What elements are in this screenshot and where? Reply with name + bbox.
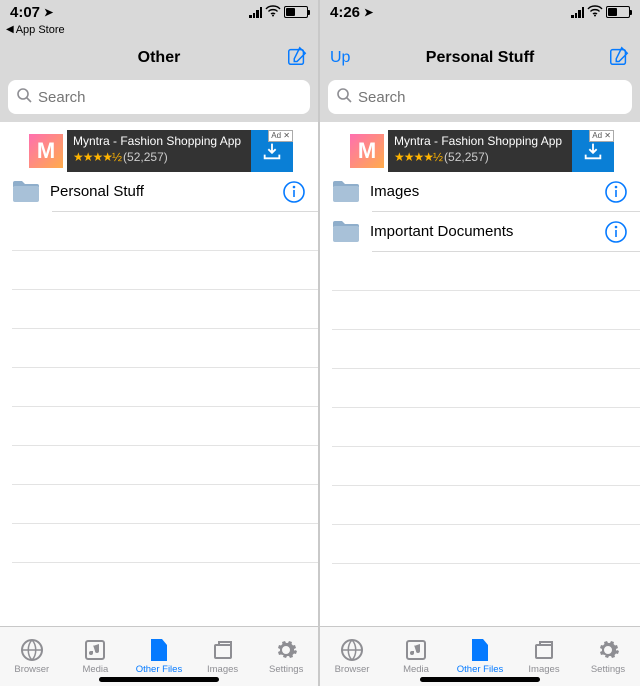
clock: 4:07 — [10, 4, 40, 21]
tab-settings[interactable]: Settings — [576, 627, 640, 686]
list-item[interactable]: Important Documents — [320, 212, 640, 251]
compose-icon[interactable] — [286, 45, 308, 67]
nav-bar: Other — [0, 40, 318, 76]
wifi-icon — [587, 5, 603, 20]
file-icon — [467, 638, 493, 662]
folder-list: Images Important Documents — [320, 172, 640, 626]
back-app-label: App Store — [16, 24, 65, 36]
status-icons — [249, 5, 308, 20]
tab-label: Media — [82, 664, 108, 675]
search-input[interactable] — [358, 89, 624, 106]
ad-tag[interactable]: Ad ✕ — [589, 130, 614, 142]
ad-count: (52,257) — [444, 150, 489, 164]
tab-settings[interactable]: Settings — [254, 627, 318, 686]
info-icon[interactable] — [604, 220, 628, 244]
home-indicator[interactable] — [99, 677, 219, 682]
list-item[interactable]: Personal Stuff — [0, 172, 318, 211]
tab-label: Images — [207, 664, 238, 675]
search-icon — [16, 87, 32, 108]
status-bar: 4:07 ➤ — [0, 0, 318, 24]
tab-label: Other Files — [136, 664, 182, 675]
info-icon[interactable] — [282, 180, 306, 204]
images-icon — [210, 638, 236, 662]
gear-icon — [595, 638, 621, 662]
gear-icon — [273, 638, 299, 662]
battery-icon — [606, 6, 630, 18]
tab-browser[interactable]: Browser — [320, 627, 384, 686]
ad-title: Myntra - Fashion Shopping App — [73, 134, 245, 150]
back-to-app — [320, 24, 640, 40]
tab-label: Other Files — [457, 664, 503, 675]
folder-icon — [12, 181, 40, 203]
folder-icon — [332, 181, 360, 203]
cell-signal-icon — [249, 7, 262, 18]
battery-icon — [284, 6, 308, 18]
location-icon: ➤ — [44, 6, 53, 19]
media-icon — [403, 638, 429, 662]
nav-back[interactable]: Up — [330, 49, 380, 67]
nav-title: Other — [60, 49, 258, 67]
tab-label: Browser — [14, 664, 49, 675]
right-pane: 4:26 ➤ Up Personal Stuff — [320, 0, 640, 686]
images-icon — [531, 638, 557, 662]
ad-title: Myntra - Fashion Shopping App — [394, 134, 566, 150]
nav-title: Personal Stuff — [380, 49, 580, 67]
list-item[interactable]: Images — [320, 172, 640, 211]
search-input[interactable] — [38, 89, 302, 106]
tab-browser[interactable]: Browser — [0, 627, 64, 686]
home-indicator[interactable] — [420, 677, 540, 682]
search-icon — [336, 87, 352, 108]
ad-stars: ★★★★½ — [394, 150, 442, 164]
location-icon: ➤ — [364, 6, 373, 19]
back-to-app[interactable]: ◀ App Store — [0, 24, 318, 40]
tab-label: Media — [403, 664, 429, 675]
search-field[interactable] — [328, 80, 632, 114]
status-bar: 4:26 ➤ — [320, 0, 640, 24]
tab-label: Settings — [591, 664, 625, 675]
status-icons — [571, 5, 630, 20]
info-icon[interactable] — [604, 180, 628, 204]
ad-stars: ★★★★½ — [73, 150, 121, 164]
folder-name: Images — [370, 183, 604, 200]
ad-tag[interactable]: Ad ✕ — [268, 130, 293, 142]
clock: 4:26 — [330, 4, 360, 21]
media-icon — [82, 638, 108, 662]
compose-icon[interactable] — [608, 45, 630, 67]
tab-label: Settings — [269, 664, 303, 675]
search-field[interactable] — [8, 80, 310, 114]
ad-count: (52,257) — [123, 150, 168, 164]
ad-banner[interactable]: M Myntra - Fashion Shopping App ★★★★½(52… — [346, 130, 614, 172]
wifi-icon — [265, 5, 281, 20]
back-caret-icon: ◀ — [6, 24, 14, 35]
folder-name: Personal Stuff — [50, 183, 282, 200]
globe-icon — [339, 638, 365, 662]
cell-signal-icon — [571, 7, 584, 18]
globe-icon — [19, 638, 45, 662]
ad-banner[interactable]: M Myntra - Fashion Shopping App ★★★★½(52… — [25, 130, 293, 172]
tab-label: Images — [528, 664, 559, 675]
folder-icon — [332, 221, 360, 243]
nav-bar: Up Personal Stuff — [320, 40, 640, 76]
ad-logo: M — [346, 130, 388, 172]
folder-list: Personal Stuff — [0, 172, 318, 626]
folder-name: Important Documents — [370, 223, 604, 240]
file-icon — [146, 638, 172, 662]
ad-logo: M — [25, 130, 67, 172]
left-pane: 4:07 ➤ ◀ App Store Other — [0, 0, 320, 686]
tab-label: Browser — [335, 664, 370, 675]
